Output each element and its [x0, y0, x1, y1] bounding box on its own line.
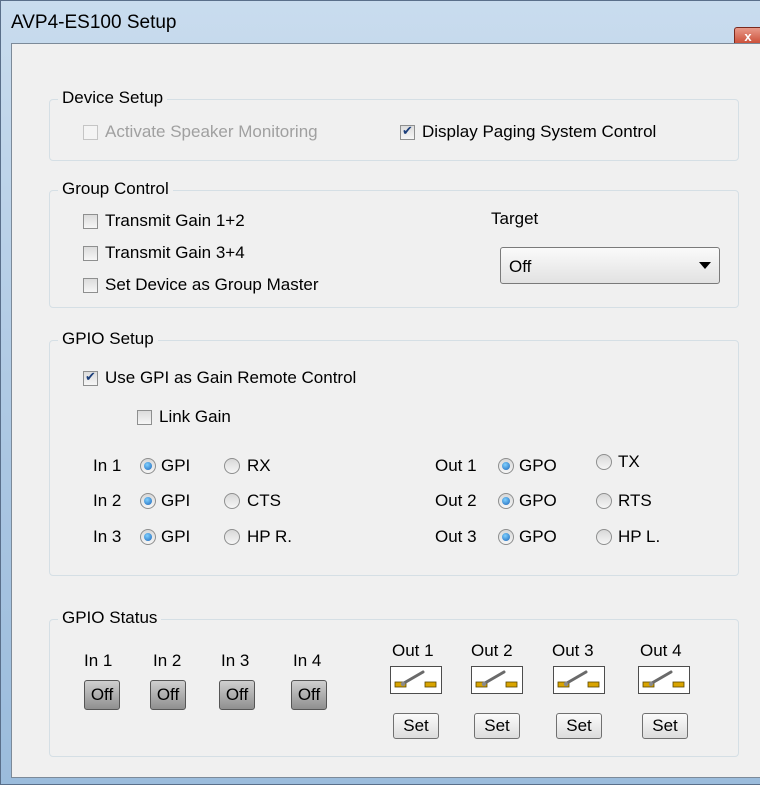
- use-gpi-gain-label: Use GPI as Gain Remote Control: [105, 368, 357, 387]
- status-out3-relay: [553, 666, 605, 694]
- gpio-out3-gpo-radio[interactable]: [498, 529, 514, 545]
- status-out3-set-button[interactable]: Set: [556, 713, 602, 739]
- dialog-window: AVP4-ES100 Setup x Device Setup Activate…: [0, 0, 760, 785]
- device-setup-legend: Device Setup: [58, 88, 168, 108]
- gpio-in1-rx-radio[interactable]: [224, 458, 240, 474]
- gpio-in3-gpi-radio[interactable]: [140, 529, 156, 545]
- status-out4-set-button[interactable]: Set: [642, 713, 688, 739]
- gpio-out1-tx-radio[interactable]: [596, 454, 612, 470]
- gpio-in2-cts-label: CTS: [247, 491, 281, 510]
- transmit-gain-34-label: Transmit Gain 3+4: [105, 243, 245, 262]
- gpio-setup-legend: GPIO Setup: [58, 329, 158, 349]
- activate-speaker-monitoring-label: Activate Speaker Monitoring: [105, 122, 318, 141]
- gpio-out2-gpo-radio[interactable]: [498, 493, 514, 509]
- gpio-in1-rx-label: RX: [247, 456, 271, 475]
- target-dropdown[interactable]: Off: [500, 247, 720, 284]
- gpio-in2-gpi-radio[interactable]: [140, 493, 156, 509]
- status-in1-indicator: Off: [84, 680, 120, 710]
- gpio-in2-label: In 2: [93, 491, 122, 510]
- status-out3-label: Out 3: [552, 641, 594, 660]
- status-in1-label: In 1: [84, 651, 113, 670]
- gpio-out1-gpo-label: GPO: [519, 456, 557, 475]
- gpio-in2-gpi-label: GPI: [161, 491, 191, 510]
- chevron-down-icon: [699, 262, 711, 269]
- status-out4-relay: [638, 666, 690, 694]
- status-in4-label: In 4: [293, 651, 322, 670]
- activate-speaker-monitoring-checkbox[interactable]: [83, 125, 98, 140]
- status-out1-set-button[interactable]: Set: [393, 713, 439, 739]
- set-group-master-checkbox[interactable]: [83, 278, 98, 293]
- transmit-gain-34-checkbox[interactable]: [83, 246, 98, 261]
- gpio-setup-group: GPIO Setup Use GPI as Gain Remote Contro…: [49, 329, 739, 576]
- gpio-out1-label: Out 1: [435, 456, 477, 475]
- gpio-in1-gpi-label: GPI: [161, 456, 191, 475]
- link-gain-checkbox[interactable]: [137, 410, 152, 425]
- group-control-legend: Group Control: [58, 179, 173, 199]
- gpio-in1-label: In 1: [93, 456, 122, 475]
- gpio-in3-label: In 3: [93, 527, 122, 546]
- gpio-out1-gpo-radio[interactable]: [498, 458, 514, 474]
- title-bar[interactable]: AVP4-ES100 Setup x: [1, 1, 760, 47]
- window-title: AVP4-ES100 Setup: [11, 12, 177, 33]
- close-icon: x: [744, 29, 752, 44]
- gpio-out3-hpl-radio[interactable]: [596, 529, 612, 545]
- status-out2-label: Out 2: [471, 641, 513, 660]
- status-in2-indicator: Off: [150, 680, 186, 710]
- relay-switch-icon: [475, 670, 518, 688]
- gpio-out3-gpo-label: GPO: [519, 527, 557, 546]
- transmit-gain-12-checkbox[interactable]: [83, 214, 98, 229]
- dialog-client: Device Setup Activate Speaker Monitoring…: [11, 43, 760, 778]
- gpio-in1-gpi-radio[interactable]: [140, 458, 156, 474]
- gpio-out1-tx-label: TX: [618, 452, 640, 471]
- gpio-out2-rts-radio[interactable]: [596, 493, 612, 509]
- relay-switch-icon: [557, 670, 600, 688]
- gpio-out2-label: Out 2: [435, 491, 477, 510]
- relay-switch-icon: [642, 670, 685, 688]
- gpio-in2-cts-radio[interactable]: [224, 493, 240, 509]
- status-out4-label: Out 4: [640, 641, 682, 660]
- status-out1-relay: [390, 666, 442, 694]
- gpio-in3-gpi-label: GPI: [161, 527, 191, 546]
- transmit-gain-12-label: Transmit Gain 1+2: [105, 211, 245, 230]
- relay-switch-icon: [394, 670, 437, 688]
- display-paging-system-control-label: Display Paging System Control: [422, 122, 657, 141]
- target-value: Off: [509, 257, 532, 276]
- status-out2-set-button[interactable]: Set: [474, 713, 520, 739]
- gpio-in3-hpr-label: HP R.: [247, 527, 293, 546]
- display-paging-system-control-checkbox[interactable]: [400, 123, 415, 140]
- gpio-out3-hpl-label: HP L.: [618, 527, 661, 546]
- status-in3-label: In 3: [221, 651, 250, 670]
- gpio-out2-gpo-label: GPO: [519, 491, 557, 510]
- status-in4-indicator: Off: [291, 680, 327, 710]
- set-group-master-label: Set Device as Group Master: [105, 275, 319, 294]
- target-label: Target: [491, 209, 539, 228]
- gpio-out3-label: Out 3: [435, 527, 477, 546]
- link-gain-label: Link Gain: [159, 407, 231, 426]
- gpio-out2-rts-label: RTS: [618, 491, 652, 510]
- status-out1-label: Out 1: [392, 641, 434, 660]
- group-control-group: Group Control Transmit Gain 1+2 Transmit…: [49, 179, 739, 308]
- status-in2-label: In 2: [153, 651, 182, 670]
- device-setup-group: Device Setup Activate Speaker Monitoring…: [49, 88, 739, 161]
- gpio-status-legend: GPIO Status: [58, 608, 162, 628]
- gpio-status-group: GPIO Status In 1 Off In 2 Off In 3 Off I…: [49, 608, 739, 757]
- use-gpi-gain-checkbox[interactable]: [83, 369, 98, 386]
- gpio-in3-hpr-radio[interactable]: [224, 529, 240, 545]
- status-in3-indicator: Off: [219, 680, 255, 710]
- status-out2-relay: [471, 666, 523, 694]
